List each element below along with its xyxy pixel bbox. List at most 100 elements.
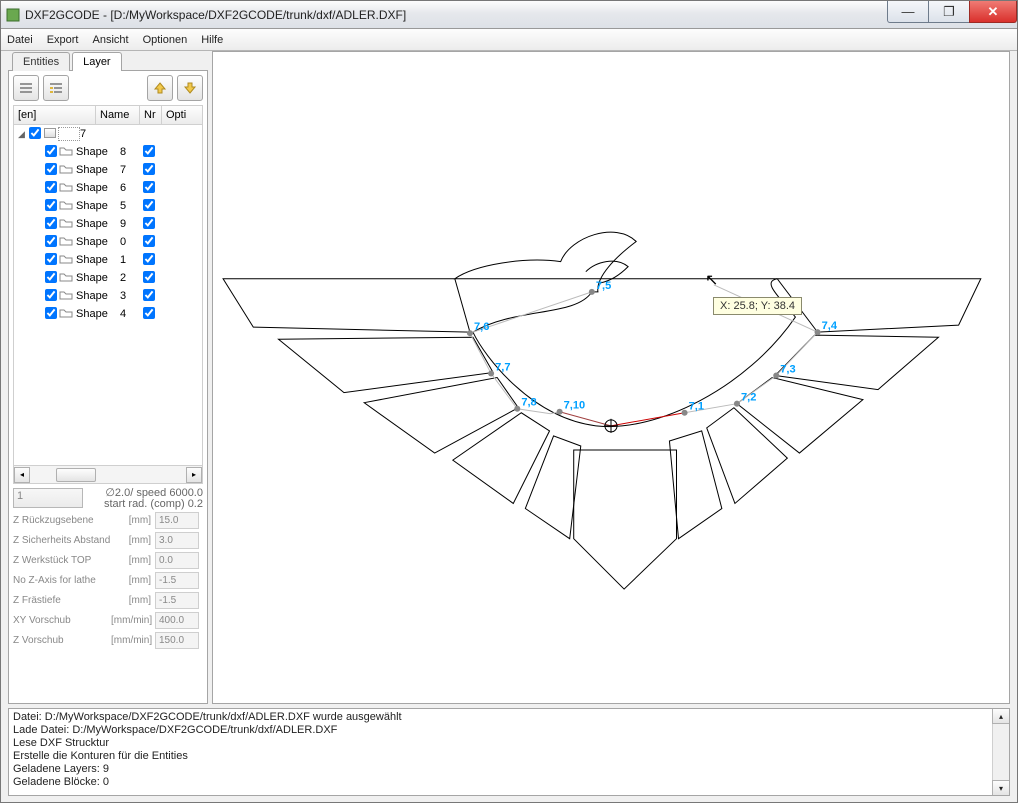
log-scrollbar[interactable]: ▴ ▾: [992, 709, 1009, 795]
row-checkbox[interactable]: [45, 289, 57, 301]
log-line: Erstelle die Konturen für die Entities: [13, 750, 1005, 763]
opti-checkbox[interactable]: [143, 307, 155, 319]
folder-icon: [58, 217, 74, 231]
drawing-svg: 7,57,67,47,77,37,87,107,27,1: [213, 52, 1009, 703]
left-panel: Entities Layer [en] Name Nr: [8, 51, 208, 704]
row-checkbox[interactable]: [45, 181, 57, 193]
tool-info-line2: start rad. (comp) 0.2: [87, 499, 203, 510]
layer-toolbar: [13, 75, 203, 101]
path-node: 7,2: [734, 392, 756, 407]
log-line: Geladene Blöcke: 0: [13, 776, 1005, 789]
menu-export[interactable]: Export: [47, 34, 79, 46]
row-checkbox[interactable]: [45, 163, 57, 175]
menu-optionen[interactable]: Optionen: [143, 34, 188, 46]
tree-row[interactable]: Shape9: [14, 215, 202, 233]
param-label: No Z-Axis for lathe: [13, 575, 111, 586]
opti-checkbox[interactable]: [143, 235, 155, 247]
param-input[interactable]: [155, 512, 199, 529]
opti-checkbox[interactable]: [143, 163, 155, 175]
param-input[interactable]: [155, 552, 199, 569]
tree-col-name[interactable]: Name: [96, 106, 140, 124]
opti-checkbox[interactable]: [143, 271, 155, 283]
tree-header: [en] Name Nr Opti: [14, 106, 202, 125]
param-label: XY Vorschub: [13, 615, 111, 626]
folder-icon: [58, 145, 74, 159]
row-checkbox[interactable]: [45, 145, 57, 157]
tree-row[interactable]: Shape5: [14, 197, 202, 215]
tree-row[interactable]: Shape0: [14, 233, 202, 251]
log-line: Geladene Layers: 9: [13, 763, 1005, 776]
tab-entities[interactable]: Entities: [12, 52, 70, 71]
tree-row[interactable]: Shape4: [14, 305, 202, 323]
move-up-button[interactable]: [147, 75, 173, 101]
tabs: Entities Layer: [8, 51, 208, 70]
tool-combo[interactable]: 1: [13, 488, 83, 508]
maximize-button[interactable]: ❐: [928, 1, 970, 23]
opti-checkbox[interactable]: [143, 199, 155, 211]
tree-row[interactable]: Shape8: [14, 143, 202, 161]
svg-text:7,3: 7,3: [780, 363, 795, 375]
param-unit: [mm]: [111, 575, 155, 586]
opti-checkbox[interactable]: [143, 289, 155, 301]
tree-hscroll[interactable]: ◂ ▸: [13, 466, 203, 484]
opti-checkbox[interactable]: [143, 145, 155, 157]
canvas[interactable]: 7,57,67,47,77,37,87,107,27,1 ↖ X: 25.8; …: [212, 51, 1010, 704]
param-input[interactable]: [155, 632, 199, 649]
param-row: Z Vorschub[mm/min]: [13, 630, 203, 650]
tree-row[interactable]: Shape2: [14, 269, 202, 287]
tree-col-en[interactable]: [en]: [14, 106, 96, 124]
scroll-left-icon[interactable]: ◂: [14, 467, 30, 483]
param-input[interactable]: [155, 612, 199, 629]
opti-checkbox[interactable]: [143, 217, 155, 229]
row-checkbox[interactable]: [45, 199, 57, 211]
row-checkbox[interactable]: [45, 253, 57, 265]
menu-ansicht[interactable]: Ansicht: [92, 34, 128, 46]
tree-col-nr[interactable]: Nr: [140, 106, 162, 124]
scroll-up-icon[interactable]: ▴: [992, 708, 1010, 724]
param-input[interactable]: [155, 592, 199, 609]
folder-icon: [58, 163, 74, 177]
svg-text:7,10: 7,10: [564, 400, 586, 412]
tree-row[interactable]: Shape7: [14, 161, 202, 179]
param-input[interactable]: [155, 572, 199, 589]
move-down-button[interactable]: [177, 75, 203, 101]
close-button[interactable]: ✕: [969, 1, 1017, 23]
expand-all-button[interactable]: [43, 75, 69, 101]
menu-datei[interactable]: Datei: [7, 34, 33, 46]
tree-root-row[interactable]: ◢7: [14, 125, 202, 143]
tab-layer[interactable]: Layer: [72, 52, 122, 71]
log-line: Datei: D:/MyWorkspace/DXF2GCODE/trunk/dx…: [13, 711, 1005, 724]
tree-col-opti[interactable]: Opti: [162, 106, 202, 124]
scroll-thumb[interactable]: [56, 468, 96, 482]
param-row: Z Werkstück TOP[mm]: [13, 550, 203, 570]
svg-text:7,2: 7,2: [741, 392, 756, 404]
param-label: Z Rückzugsebene: [13, 515, 111, 526]
row-checkbox[interactable]: [45, 307, 57, 319]
opti-checkbox[interactable]: [143, 253, 155, 265]
tree-row[interactable]: Shape6: [14, 179, 202, 197]
opti-checkbox[interactable]: [143, 181, 155, 193]
tree-row[interactable]: Shape3: [14, 287, 202, 305]
root-checkbox[interactable]: [29, 127, 41, 139]
layer-icon: [44, 128, 56, 138]
folder-icon: [58, 199, 74, 213]
row-checkbox[interactable]: [45, 217, 57, 229]
scroll-right-icon[interactable]: ▸: [186, 467, 202, 483]
log-panel: Datei: D:/MyWorkspace/DXF2GCODE/trunk/dx…: [8, 708, 1010, 796]
menu-hilfe[interactable]: Hilfe: [201, 34, 223, 46]
scroll-down-icon[interactable]: ▾: [992, 780, 1010, 796]
titlebar: DXF2GCODE - [D:/MyWorkspace/DXF2GCODE/tr…: [1, 1, 1017, 29]
param-row: No Z-Axis for lathe[mm]: [13, 570, 203, 590]
row-checkbox[interactable]: [45, 235, 57, 247]
svg-text:7,5: 7,5: [596, 280, 611, 292]
log-line: Lade Datei: D:/MyWorkspace/DXF2GCODE/tru…: [13, 724, 1005, 737]
tree-row[interactable]: Shape1: [14, 251, 202, 269]
param-unit: [mm/min]: [111, 615, 155, 626]
param-row: XY Vorschub[mm/min]: [13, 610, 203, 630]
collapse-all-button[interactable]: [13, 75, 39, 101]
minimize-button[interactable]: —: [887, 1, 929, 23]
tool-info: ∅2.0/ speed 6000.0 start rad. (comp) 0.2: [87, 488, 203, 510]
param-input[interactable]: [155, 532, 199, 549]
row-checkbox[interactable]: [45, 271, 57, 283]
main-content: Entities Layer [en] Name Nr: [8, 51, 1010, 704]
